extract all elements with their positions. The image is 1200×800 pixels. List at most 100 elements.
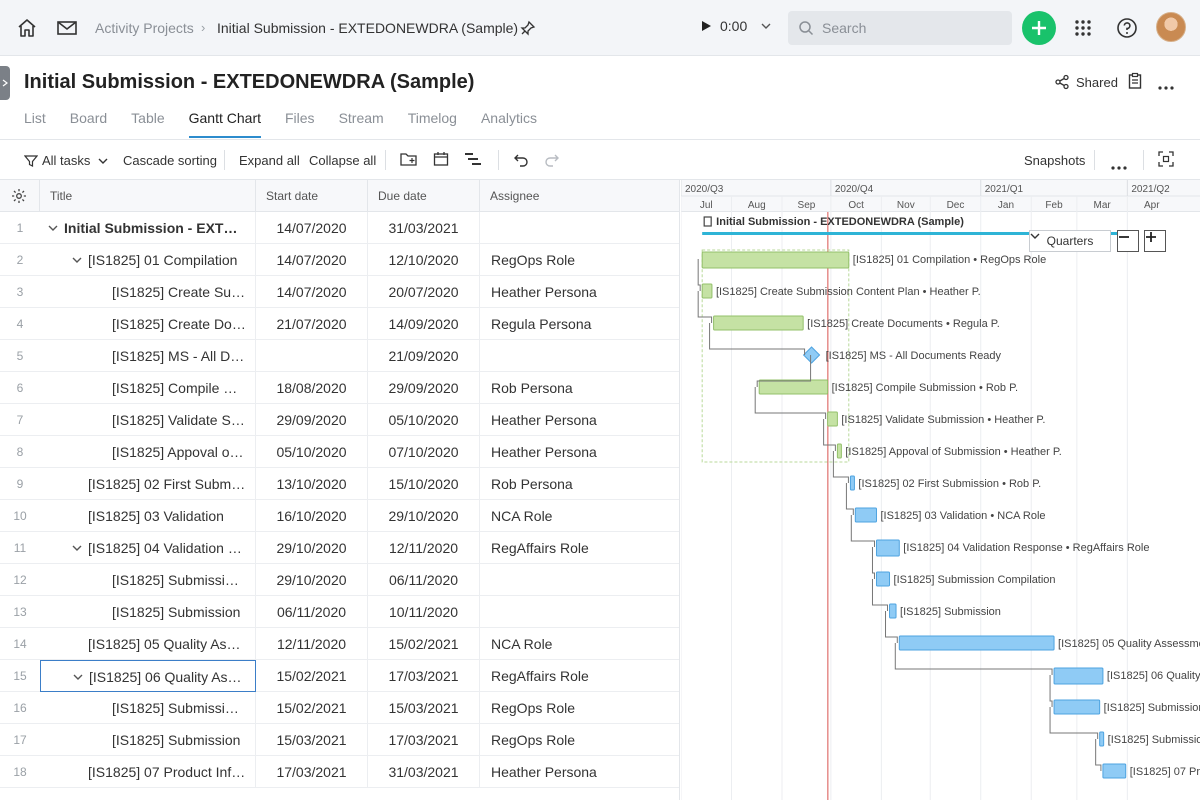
table-row[interactable]: 17 [IS1825] Submission 15/03/2021 17/03/202… [0,724,679,756]
due-date-cell[interactable]: 17/03/2021 [368,660,480,692]
assignee-cell[interactable]: Heather Persona [480,404,679,436]
start-date-cell[interactable]: 14/07/2020 [256,244,368,276]
column-settings[interactable] [0,180,40,212]
task-title-cell[interactable]: [IS1825] MS - All Documents Ready [40,340,256,372]
tab-analytics[interactable]: Analytics [481,110,537,138]
table-row[interactable]: 18 [IS1825] 07 Product Information 17/03/2… [0,756,679,788]
zoom-scale-select[interactable]: Quarters [1029,230,1111,252]
due-date-cell[interactable]: 17/03/2021 [368,724,480,756]
start-date-cell[interactable]: 29/09/2020 [256,404,368,436]
table-row[interactable]: 16 [IS1825] Submission Compilation 15/02/2… [0,692,679,724]
start-date-cell[interactable]: 17/03/2021 [256,756,368,788]
tab-stream[interactable]: Stream [339,110,384,138]
apps-grid-icon[interactable] [1071,16,1095,40]
table-row[interactable]: 9 [IS1825] 02 First Submission 13/10/20201… [0,468,679,500]
table-row[interactable]: 1 Initial Submission - EXTEDONEWDRA (Samp… [0,212,679,244]
assignee-cell[interactable]: RegOps Role [480,692,679,724]
due-date-cell[interactable]: 31/03/2021 [368,756,480,788]
cascade-sorting-button[interactable]: Cascade sorting [123,153,217,168]
task-title-cell[interactable]: [IS1825] Submission [40,724,256,756]
tab-timelog[interactable]: Timelog [408,110,457,138]
due-date-cell[interactable]: 10/11/2020 [368,596,480,628]
start-date-cell[interactable]: 29/10/2020 [256,532,368,564]
column-due-date[interactable]: Due date [368,180,480,212]
due-date-cell[interactable]: 05/10/2020 [368,404,480,436]
search-input[interactable] [822,20,992,36]
start-date-cell[interactable]: 15/03/2021 [256,724,368,756]
task-title-cell[interactable]: [IS1825] 02 First Submission [40,468,256,500]
assignee-cell[interactable]: Heather Persona [480,436,679,468]
start-date-cell[interactable]: 13/10/2020 [256,468,368,500]
home-icon[interactable] [15,16,39,40]
due-date-cell[interactable]: 29/09/2020 [368,372,480,404]
assignee-cell[interactable]: RegOps Role [480,724,679,756]
start-date-cell[interactable]: 12/11/2020 [256,628,368,660]
chevron-down-icon[interactable] [48,212,58,244]
timer[interactable]: 0:00 [700,18,771,34]
task-title-cell[interactable]: [IS1825] 01 Compilation [40,244,256,276]
task-title-cell[interactable]: [IS1825] Submission Compilation [40,692,256,724]
assignee-cell[interactable] [480,340,679,372]
assignee-cell[interactable] [480,564,679,596]
task-title-cell[interactable]: [IS1825] 03 Validation [40,500,256,532]
due-date-cell[interactable]: 29/10/2020 [368,500,480,532]
due-date-cell[interactable]: 20/07/2020 [368,276,480,308]
table-row[interactable]: 7 [IS1825] Validate Submission 29/09/20200… [0,404,679,436]
tab-gantt-chart[interactable]: Gantt Chart [188,110,261,138]
zoom-in-button[interactable] [1144,230,1166,252]
gear-icon[interactable] [11,188,27,204]
start-date-cell[interactable]: 15/02/2021 [256,692,368,724]
zoom-out-button[interactable] [1117,230,1139,252]
help-icon[interactable] [1115,16,1139,40]
start-date-cell[interactable]: 16/10/2020 [256,500,368,532]
start-date-cell[interactable]: 06/11/2020 [256,596,368,628]
expand-all-button[interactable]: Expand all [239,153,300,168]
calendar-add-icon[interactable] [433,151,449,170]
chevron-down-icon[interactable] [761,21,771,31]
due-date-cell[interactable]: 14/09/2020 [368,308,480,340]
assignee-cell[interactable] [480,596,679,628]
tab-board[interactable]: Board [70,110,107,138]
chevron-down-icon[interactable] [72,532,82,564]
due-date-cell[interactable]: 06/11/2020 [368,564,480,596]
task-title-cell[interactable]: Initial Submission - EXTEDONEWDRA (Sampl… [40,212,256,244]
column-assignee[interactable]: Assignee [480,180,679,212]
due-date-cell[interactable]: 15/03/2021 [368,692,480,724]
assignee-cell[interactable]: RegAffairs Role [480,532,679,564]
snapshots-button[interactable]: Snapshots [1024,153,1085,168]
tab-list[interactable]: List [24,110,46,138]
table-row[interactable]: 4 [IS1825] Create Documents 21/07/202014/0… [0,308,679,340]
start-date-cell[interactable]: 05/10/2020 [256,436,368,468]
table-row[interactable]: 2 [IS1825] 01 Compilation 14/07/2020 12/10/… [0,244,679,276]
breadcrumb-project[interactable]: Activity Projects [95,20,194,36]
assignee-cell[interactable] [480,212,679,244]
task-title-cell[interactable]: [IS1825] Validate Submission [40,404,256,436]
due-date-cell[interactable]: 21/09/2020 [368,340,480,372]
assignee-cell[interactable]: NCA Role [480,628,679,660]
redo-icon[interactable] [544,151,560,170]
due-date-cell[interactable]: 15/10/2020 [368,468,480,500]
table-row[interactable]: 10 [IS1825] 03 Validation 16/10/2020 29/10/… [0,500,679,532]
due-date-cell[interactable]: 07/10/2020 [368,436,480,468]
search-box[interactable] [788,11,1012,45]
start-date-cell[interactable]: 14/07/2020 [256,276,368,308]
undo-icon[interactable] [513,151,529,170]
due-date-cell[interactable]: 12/10/2020 [368,244,480,276]
table-row[interactable]: 11 [IS1825] 04 Validation Response 29/10/2… [0,532,679,564]
table-row[interactable]: 13 [IS1825] Submission 06/11/2020 10/11/202… [0,596,679,628]
table-row[interactable]: 3 [IS1825] Create Submission Content Plan… [0,276,679,308]
inbox-icon[interactable] [55,16,79,40]
task-title-cell[interactable]: [IS1825] 05 Quality Assessment [40,628,256,660]
column-start-date[interactable]: Start date [256,180,368,212]
start-date-cell[interactable] [256,340,368,372]
shared-button[interactable]: Shared [1054,74,1118,90]
table-row[interactable]: 14 [IS1825] 05 Quality Assessment 12/11/20… [0,628,679,660]
assignee-cell[interactable]: Rob Persona [480,372,679,404]
all-tasks-filter[interactable]: All tasks [24,153,108,168]
assignee-cell[interactable]: RegOps Role [480,244,679,276]
task-title-cell[interactable]: [IS1825] Create Submission Content Plan [40,276,256,308]
add-folder-icon[interactable] [400,151,418,170]
due-date-cell[interactable]: 31/03/2021 [368,212,480,244]
task-title-cell[interactable]: [IS1825] Submission [40,596,256,628]
table-row[interactable]: 15 [IS1825] 06 Quality Assessment Respons… [0,660,679,692]
